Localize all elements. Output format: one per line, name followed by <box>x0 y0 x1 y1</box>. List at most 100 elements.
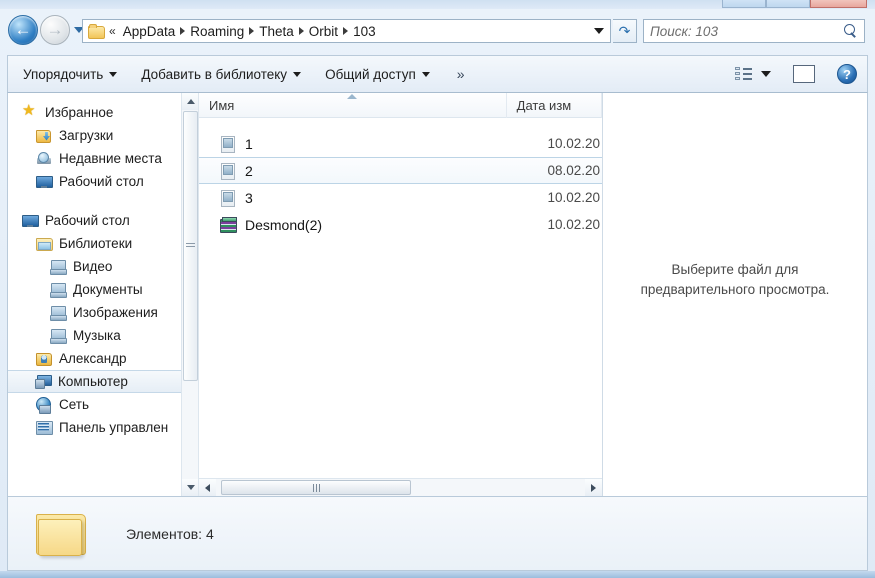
refresh-button[interactable]: ↷ <box>613 19 637 43</box>
document-file-icon <box>219 189 237 207</box>
star-icon <box>22 101 39 121</box>
scroll-left-button[interactable] <box>199 479 216 496</box>
breadcrumb-overflow-icon[interactable]: « <box>109 24 116 38</box>
minimize-button[interactable] <box>722 0 766 8</box>
sidebar-item-favorites[interactable]: Избранное <box>8 101 198 124</box>
column-headers: Имя Дата изм <box>199 93 602 118</box>
document-file-icon <box>219 162 237 180</box>
sidebar-item-user[interactable]: Александр <box>8 347 198 370</box>
column-header-name[interactable]: Имя <box>199 93 507 118</box>
search-input[interactable]: Поиск: 103 <box>643 19 865 43</box>
file-list-horizontal-scrollbar[interactable] <box>199 478 602 496</box>
sidebar-item-desktop-root[interactable]: Рабочий стол <box>8 209 198 232</box>
breadcrumb-item-appdata[interactable]: AppData <box>121 23 178 40</box>
scroll-up-button[interactable] <box>182 93 198 110</box>
add-to-library-button[interactable]: Добавить в библиотеку <box>132 63 310 86</box>
sidebar-item-label: Библиотеки <box>59 236 133 251</box>
archive-file-icon <box>219 216 237 234</box>
sidebar-item-control-panel[interactable]: Панель управлен <box>8 416 198 439</box>
change-view-icon[interactable] <box>735 66 752 82</box>
music-icon <box>50 328 67 344</box>
breadcrumb-item-orbit[interactable]: Orbit <box>307 23 340 40</box>
triangle-left-icon <box>205 483 210 492</box>
breadcrumb[interactable]: « AppData Roaming Theta Orbit 103 <box>82 19 611 43</box>
breadcrumb-item-roaming[interactable]: Roaming <box>188 23 246 40</box>
sidebar-item-label: Компьютер <box>58 374 128 389</box>
organize-button[interactable]: Упорядочить <box>14 63 126 86</box>
help-icon[interactable]: ? <box>837 64 857 84</box>
navigation-buttons: ← → <box>8 15 84 45</box>
file-date: 10.02.20 <box>547 190 600 205</box>
sidebar-item-video[interactable]: Видео <box>8 255 198 278</box>
chevron-right-icon[interactable] <box>298 27 304 35</box>
table-row[interactable]: 2 08.02.20 <box>199 157 602 184</box>
change-view-chevron-down-icon[interactable] <box>761 71 771 77</box>
sort-ascending-icon <box>347 93 358 99</box>
search-icon[interactable] <box>844 24 858 38</box>
sidebar-item-downloads[interactable]: Загрузки <box>8 124 198 147</box>
sidebar-item-label: Документы <box>73 282 143 297</box>
sidebar-item-desktop-fav[interactable]: Рабочий стол <box>8 170 198 193</box>
breadcrumb-dropdown-icon[interactable] <box>594 28 604 34</box>
share-button[interactable]: Общий доступ <box>316 63 439 86</box>
file-name: 2 <box>245 162 253 179</box>
sidebar-item-recent-places[interactable]: Недавние места <box>8 147 198 170</box>
file-date: 10.02.20 <box>547 217 600 232</box>
desktop-icon <box>22 213 39 229</box>
sidebar-item-network[interactable]: Сеть <box>8 393 198 416</box>
preview-pane: Выберите файл для предварительного просм… <box>602 93 867 496</box>
preview-pane-toggle-icon[interactable] <box>793 65 815 83</box>
scrollbar-thumb[interactable] <box>183 111 198 381</box>
sidebar-item-computer[interactable]: Компьютер <box>8 370 198 393</box>
sidebar-item-label: Рабочий стол <box>45 213 130 228</box>
sidebar-item-pictures[interactable]: Изображения <box>8 301 198 324</box>
chevron-right-icon[interactable] <box>180 27 186 35</box>
window-bottom-edge <box>0 571 875 578</box>
user-folder-icon <box>36 351 53 367</box>
sidebar-item-music[interactable]: Музыка <box>8 324 198 347</box>
forward-button[interactable]: → <box>40 15 70 45</box>
file-name-cell[interactable]: 3 <box>199 189 507 207</box>
libraries-icon <box>36 236 53 252</box>
explorer-window: ← → « AppData Roaming Theta Orbit 103 ↷ … <box>0 0 875 578</box>
table-row[interactable]: 3 10.02.20 <box>199 184 602 211</box>
sidebar-item-label: Изображения <box>73 305 158 320</box>
scroll-right-button[interactable] <box>585 479 602 496</box>
status-bar: Элементов: 4 <box>7 497 868 571</box>
sidebar-item-documents[interactable]: Документы <box>8 278 198 301</box>
title-bar <box>0 0 875 9</box>
pictures-icon <box>50 305 67 321</box>
preview-message-line2: предварительного просмотра. <box>640 281 830 297</box>
chevron-right-icon[interactable] <box>343 27 349 35</box>
scroll-down-button[interactable] <box>182 479 198 496</box>
breadcrumb-item-103[interactable]: 103 <box>351 23 378 40</box>
toolbar-right-group: ? <box>735 64 867 84</box>
table-row[interactable]: Desmond(2) 10.02.20 <box>199 211 602 238</box>
sidebar-scrollbar[interactable] <box>181 93 198 496</box>
video-icon <box>50 259 67 275</box>
chevron-down-icon <box>293 71 302 77</box>
file-name-cell[interactable]: Desmond(2) <box>199 216 507 234</box>
close-button[interactable] <box>810 0 867 8</box>
scrollbar-thumb[interactable] <box>221 480 411 495</box>
triangle-down-icon <box>186 485 195 490</box>
documents-icon <box>50 282 67 298</box>
refresh-icon: ↷ <box>618 22 631 39</box>
folder-icon <box>36 511 90 557</box>
breadcrumb-item-theta[interactable]: Theta <box>257 23 296 40</box>
file-date: 10.02.20 <box>547 136 600 151</box>
chevron-right-icon[interactable] <box>249 27 255 35</box>
maximize-button[interactable] <box>766 0 810 8</box>
column-header-date[interactable]: Дата изм <box>507 93 602 118</box>
chevron-down-icon <box>109 71 118 77</box>
sidebar-item-label: Александр <box>59 351 127 366</box>
file-name-cell[interactable]: 1 <box>199 135 507 153</box>
document-file-icon <box>219 135 237 153</box>
back-button[interactable]: ← <box>8 15 38 45</box>
file-name-cell[interactable]: 2 <box>199 162 507 180</box>
scrollbar-track[interactable] <box>216 479 585 496</box>
toolbar-overflow-button[interactable]: » <box>449 62 473 86</box>
table-row[interactable]: 1 10.02.20 <box>199 130 602 157</box>
sidebar-item-label: Избранное <box>45 105 114 120</box>
sidebar-item-libraries[interactable]: Библиотеки <box>8 232 198 255</box>
